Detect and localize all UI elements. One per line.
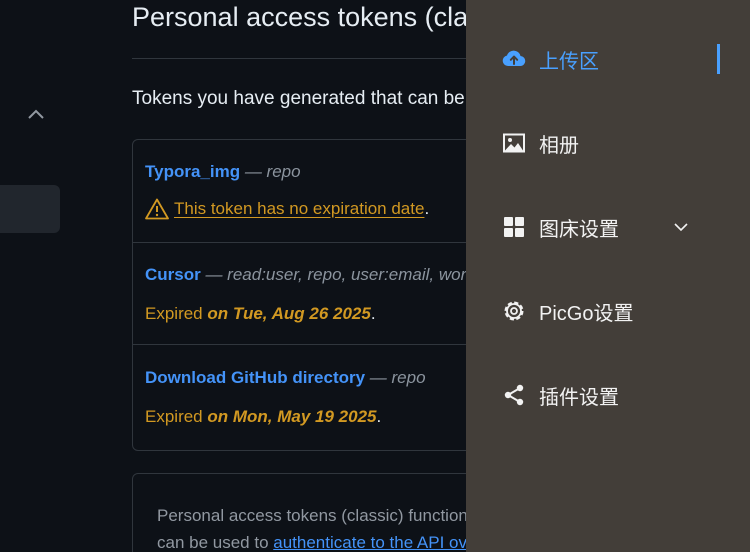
menu-label: PicGo设置 xyxy=(539,302,634,325)
token-scopes: — read:user, repo, user:email, workflow xyxy=(205,265,466,284)
token-scopes: — repo xyxy=(240,162,301,181)
info-box: Personal access tokens (classic) functio… xyxy=(132,473,466,552)
warning-link[interactable]: This token has no expiration date xyxy=(174,199,424,219)
gear-icon xyxy=(501,298,527,324)
sidebar-active-item[interactable] xyxy=(0,185,60,233)
menu-item-picgo-settings[interactable]: PicGo设置 xyxy=(466,283,750,339)
cloud-upload-icon xyxy=(501,46,527,72)
authenticate-link[interactable]: authenticate to the API over Basic Authe… xyxy=(273,533,466,552)
token-name-link[interactable]: Cursor xyxy=(145,265,201,284)
github-tokens-page: Personal access tokens (classic) Tokens … xyxy=(0,0,466,552)
menu-label: 图床设置 xyxy=(539,218,619,241)
token-row: Typora_img — repo This token has no expi… xyxy=(133,140,466,242)
alert-icon xyxy=(145,198,169,220)
menu-label: 相册 xyxy=(539,134,579,157)
menu-label: 上传区 xyxy=(539,50,599,73)
token-name-link[interactable]: Download GitHub directory xyxy=(145,368,365,387)
menu-label: 插件设置 xyxy=(539,386,619,409)
image-icon xyxy=(501,130,527,156)
menu-item-plugin-settings[interactable]: 插件设置 xyxy=(466,367,750,423)
menu-item-upload[interactable]: 上传区 xyxy=(466,31,750,87)
token-expiry-status: Expired on Mon, May 19 2025. xyxy=(145,407,382,426)
menu-item-album[interactable]: 相册 xyxy=(466,115,750,171)
token-expiry-status: Expired on Tue, Aug 26 2025. xyxy=(145,304,376,323)
token-name-link[interactable]: Typora_img xyxy=(145,162,240,181)
grid-icon xyxy=(501,214,527,240)
page-subtitle: Tokens you have generated that can be us… xyxy=(132,88,466,109)
page-title: Personal access tokens (classic) xyxy=(132,2,466,32)
chevron-up-icon[interactable] xyxy=(26,104,46,124)
menu-item-picbed-settings[interactable]: 图床设置 xyxy=(466,199,750,255)
token-list: Typora_img — repo This token has no expi… xyxy=(132,139,466,451)
expiry-date: on Tue, Aug 26 2025 xyxy=(207,304,371,323)
token-row: Cursor — read:user, repo, user:email, wo… xyxy=(133,242,466,345)
title-divider xyxy=(132,58,466,59)
share-icon xyxy=(501,382,527,408)
expiry-date: on Mon, May 19 2025 xyxy=(207,407,377,426)
token-row: Download GitHub directory — repo Expired… xyxy=(133,344,466,451)
token-warning: This token has no expiration date. xyxy=(145,198,429,220)
picgo-side-menu: 上传区 相册 图床设置 PicGo设置 插件设置 xyxy=(466,0,750,552)
token-scopes: — repo xyxy=(365,368,426,387)
info-text: Personal access tokens (classic) functio… xyxy=(157,502,466,552)
chevron-down-icon[interactable] xyxy=(672,218,690,236)
